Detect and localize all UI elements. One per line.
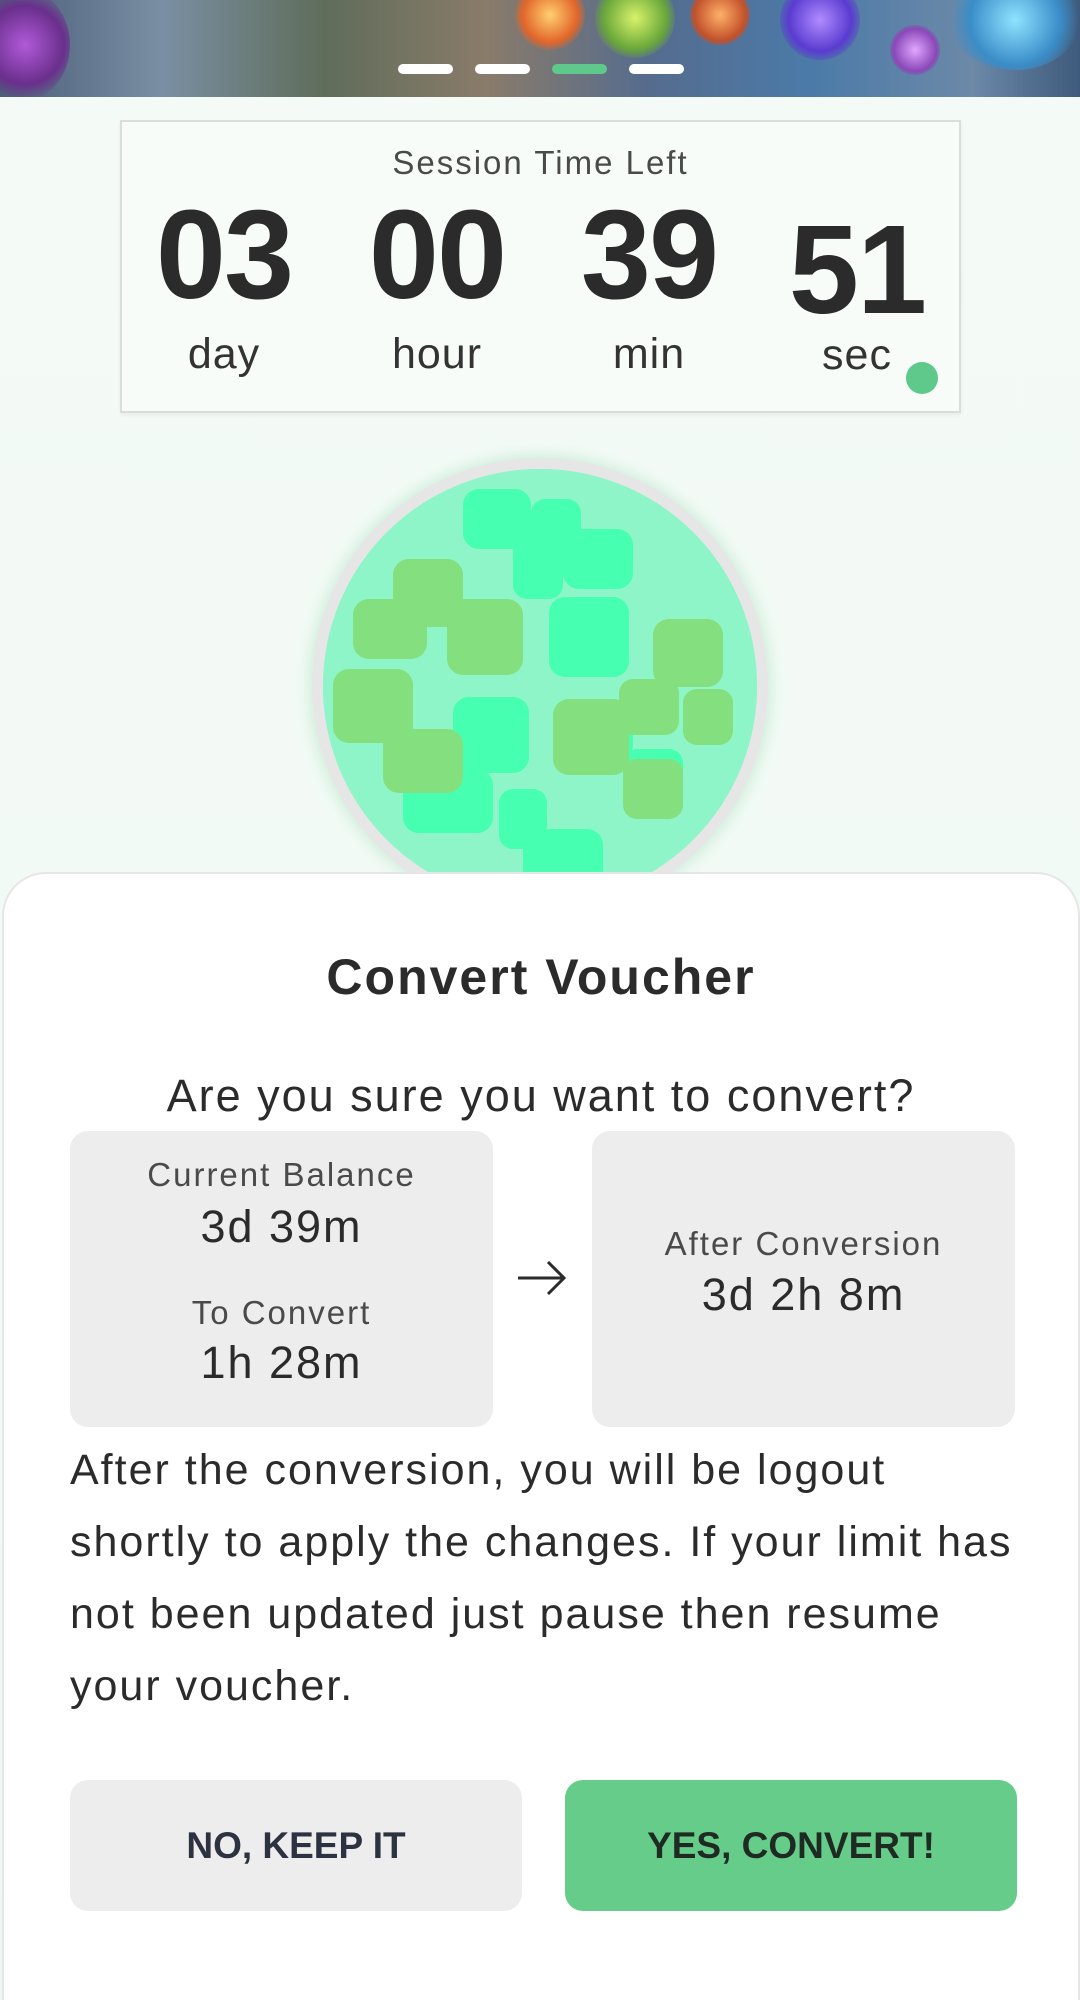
confirm-convert-button[interactable]: YES, CONVERT! <box>565 1780 1017 1911</box>
dialog-question: Are you sure you want to convert? <box>166 1070 916 1121</box>
carousel-dot[interactable] <box>475 64 530 74</box>
timer-hours: 00 hour <box>342 192 532 379</box>
banner-art <box>0 0 70 97</box>
banner-art <box>690 0 750 45</box>
banner-art <box>780 0 860 60</box>
timer-hours-label: hour <box>391 330 483 378</box>
promo-banner[interactable] <box>0 0 1080 97</box>
banner-art <box>890 25 940 75</box>
keep-voucher-button[interactable]: NO, KEEP IT <box>70 1780 522 1911</box>
carousel-dot[interactable] <box>629 64 684 74</box>
profile-avatar[interactable] <box>312 458 768 914</box>
timer-days-value: 03 <box>155 184 294 325</box>
convert-voucher-dialog: Convert Voucher Are you sure you want to… <box>2 872 1080 2000</box>
banner-art <box>595 0 675 58</box>
after-conversion-value: 3d 2h 8m <box>701 1269 906 1320</box>
timer-days: 03 day <box>129 192 319 379</box>
carousel-indicator <box>398 64 684 74</box>
timer-seconds-value: 51 <box>788 199 927 340</box>
to-convert-label: To Convert <box>191 1294 372 1331</box>
timer-days-label: day <box>187 330 261 378</box>
carousel-dot[interactable] <box>398 64 453 74</box>
after-conversion-label: After Conversion <box>664 1225 943 1262</box>
current-balance-value: 3d 39m <box>200 1201 363 1252</box>
banner-art <box>950 0 1080 70</box>
timer-minutes-value: 39 <box>580 184 719 325</box>
current-balance-box: Current Balance 3d 39m To Convert 1h 28m <box>70 1131 493 1427</box>
timer-hours-value: 00 <box>368 184 507 325</box>
after-conversion-box: After Conversion 3d 2h 8m <box>592 1131 1015 1427</box>
session-timer-card: Session Time Left 03 day 00 hour 39 min … <box>120 120 961 413</box>
online-status-dot <box>906 362 938 394</box>
to-convert-value: 1h 28m <box>200 1337 363 1388</box>
timer-minutes: 39 min <box>554 192 744 379</box>
conversion-note: After the conversion, you will be logout… <box>70 1446 1013 1710</box>
banner-art <box>515 0 585 50</box>
timer-minutes-label: min <box>612 330 686 378</box>
carousel-dot-active[interactable] <box>552 64 607 74</box>
timer-seconds: 51 sec <box>762 207 952 380</box>
arrow-right-icon <box>518 1260 567 1296</box>
dialog-title: Convert Voucher <box>326 949 756 1005</box>
timer-title: Session Time Left <box>392 144 689 181</box>
avatar-pattern-icon <box>323 469 757 903</box>
current-balance-label: Current Balance <box>147 1156 416 1193</box>
